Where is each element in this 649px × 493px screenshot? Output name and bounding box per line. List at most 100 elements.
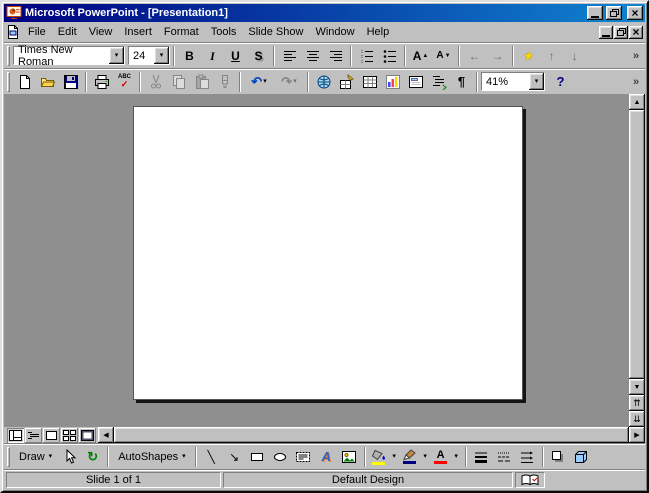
normal-view-button[interactable] xyxy=(7,428,24,443)
menu-view[interactable]: View xyxy=(83,23,119,41)
expand-all-button[interactable] xyxy=(427,71,450,93)
copy-button[interactable] xyxy=(167,71,190,93)
undo-button[interactable]: ↶▾ xyxy=(244,71,274,93)
fill-color-button[interactable] xyxy=(369,446,389,468)
redo-button[interactable]: ↷▾ xyxy=(274,71,304,93)
arrow-style-button[interactable] xyxy=(516,446,539,468)
font-size-combobox[interactable]: 24 ▾ xyxy=(128,46,170,65)
autoshapes-menu-button[interactable]: AutoShapes▾ xyxy=(112,446,191,468)
italic-button[interactable]: I xyxy=(201,45,224,67)
paste-button[interactable] xyxy=(190,71,213,93)
move-down-button[interactable]: ↓ xyxy=(563,45,586,67)
fill-color-dropdown[interactable]: ▾ xyxy=(389,446,400,468)
vertical-scrollbar[interactable]: ▲ ▼ ⇈ ⇊ xyxy=(629,94,645,427)
insert-clip-art-button[interactable] xyxy=(338,446,361,468)
spelling-button[interactable]: ABC✓ xyxy=(113,71,136,93)
line-tool-button[interactable]: ╲ xyxy=(200,446,223,468)
scroll-up-button[interactable]: ▲ xyxy=(629,94,645,110)
zoom-combobox[interactable]: 41% ▾ xyxy=(481,72,545,91)
scroll-left-button[interactable]: ◀ xyxy=(98,427,114,443)
increase-font-size-button[interactable]: A▲ xyxy=(409,45,432,67)
previous-slide-button[interactable]: ⇈ xyxy=(629,395,645,411)
shadow-button[interactable] xyxy=(547,446,570,468)
doc-restore-button[interactable] xyxy=(614,26,628,39)
menu-insert[interactable]: Insert xyxy=(118,23,158,41)
more-buttons-chevron[interactable]: » xyxy=(629,45,643,67)
rectangle-tool-button[interactable] xyxy=(246,446,269,468)
horizontal-scrollbar[interactable]: ◀ ▶ xyxy=(98,427,645,443)
underline-button[interactable]: U xyxy=(224,45,247,67)
font-name-combobox[interactable]: Times New Roman ▾ xyxy=(13,46,125,65)
toolbar-grip[interactable] xyxy=(7,72,10,92)
scroll-down-button[interactable]: ▼ xyxy=(629,379,645,395)
close-button[interactable]: × xyxy=(627,6,643,20)
move-up-button[interactable]: ↑ xyxy=(540,45,563,67)
print-button[interactable] xyxy=(90,71,113,93)
new-slide-button[interactable] xyxy=(404,71,427,93)
menu-format[interactable]: Format xyxy=(158,23,205,41)
menu-edit[interactable]: Edit xyxy=(52,23,83,41)
menu-slide-show[interactable]: Slide Show xyxy=(242,23,309,41)
design-template-indicator[interactable]: Default Design xyxy=(223,472,513,488)
align-left-button[interactable] xyxy=(278,45,301,67)
help-button[interactable]: ? xyxy=(549,71,572,93)
align-right-button[interactable] xyxy=(324,45,347,67)
font-color-button[interactable]: A xyxy=(431,446,451,468)
line-color-button[interactable] xyxy=(400,446,420,468)
doc-close-button[interactable]: × xyxy=(629,26,643,39)
show-formatting-button[interactable]: ¶ xyxy=(450,71,473,93)
insert-table-button[interactable] xyxy=(358,71,381,93)
insert-wordart-button[interactable]: A xyxy=(315,446,338,468)
slide-sorter-view-button[interactable] xyxy=(61,428,78,443)
cut-button[interactable] xyxy=(144,71,167,93)
decrease-font-size-button[interactable]: A▼ xyxy=(432,45,455,67)
toolbar-grip[interactable] xyxy=(7,447,10,467)
promote-button[interactable]: ← xyxy=(463,45,486,67)
draw-menu-button[interactable]: Draw▾ xyxy=(13,446,58,468)
slide-show-view-button[interactable] xyxy=(79,428,96,443)
threed-button[interactable] xyxy=(570,446,593,468)
format-painter-button[interactable] xyxy=(213,71,236,93)
text-shadow-button[interactable]: S xyxy=(247,45,270,67)
oval-tool-button[interactable] xyxy=(269,446,292,468)
bullets-button[interactable] xyxy=(378,45,401,67)
free-rotate-button[interactable]: ↻ xyxy=(81,446,104,468)
menu-file[interactable]: File xyxy=(22,23,52,41)
insert-hyperlink-button[interactable] xyxy=(312,71,335,93)
restore-button[interactable] xyxy=(606,6,622,20)
menu-window[interactable]: Window xyxy=(309,23,360,41)
menu-tools[interactable]: Tools xyxy=(205,23,243,41)
spelling-status-panel[interactable] xyxy=(515,472,545,488)
presentation-document-icon[interactable] xyxy=(6,25,20,39)
font-color-dropdown[interactable]: ▾ xyxy=(451,446,462,468)
font-size-dropdown-button[interactable]: ▾ xyxy=(154,47,169,64)
scroll-right-button[interactable]: ▶ xyxy=(629,427,645,443)
toolbar-grip[interactable] xyxy=(7,46,10,66)
animation-effects-button[interactable]: ★ xyxy=(517,45,540,67)
font-name-dropdown-button[interactable]: ▾ xyxy=(109,47,124,64)
zoom-dropdown-button[interactable]: ▾ xyxy=(529,73,544,90)
line-color-dropdown[interactable]: ▾ xyxy=(420,446,431,468)
horizontal-scroll-thumb[interactable] xyxy=(114,427,629,443)
demote-button[interactable]: → xyxy=(486,45,509,67)
text-box-button[interactable] xyxy=(292,446,315,468)
bold-button[interactable]: B xyxy=(178,45,201,67)
align-center-button[interactable] xyxy=(301,45,324,67)
powerpoint-app-icon[interactable] xyxy=(6,5,22,21)
more-buttons-chevron[interactable]: » xyxy=(629,71,643,93)
save-button[interactable] xyxy=(59,71,82,93)
outline-view-button[interactable] xyxy=(25,428,42,443)
arrow-tool-button[interactable]: ↘ xyxy=(223,446,246,468)
numbering-button[interactable] xyxy=(355,45,378,67)
line-style-button[interactable] xyxy=(470,446,493,468)
menu-help[interactable]: Help xyxy=(361,23,396,41)
open-button[interactable] xyxy=(36,71,59,93)
tables-and-borders-button[interactable] xyxy=(335,71,358,93)
doc-minimize-button[interactable] xyxy=(599,26,613,39)
select-objects-button[interactable] xyxy=(58,446,81,468)
slide-canvas[interactable] xyxy=(133,106,523,400)
minimize-button[interactable] xyxy=(587,6,603,20)
insert-chart-button[interactable] xyxy=(381,71,404,93)
dash-style-button[interactable] xyxy=(493,446,516,468)
title-bar[interactable]: Microsoft PowerPoint - [Presentation1] × xyxy=(4,4,645,22)
